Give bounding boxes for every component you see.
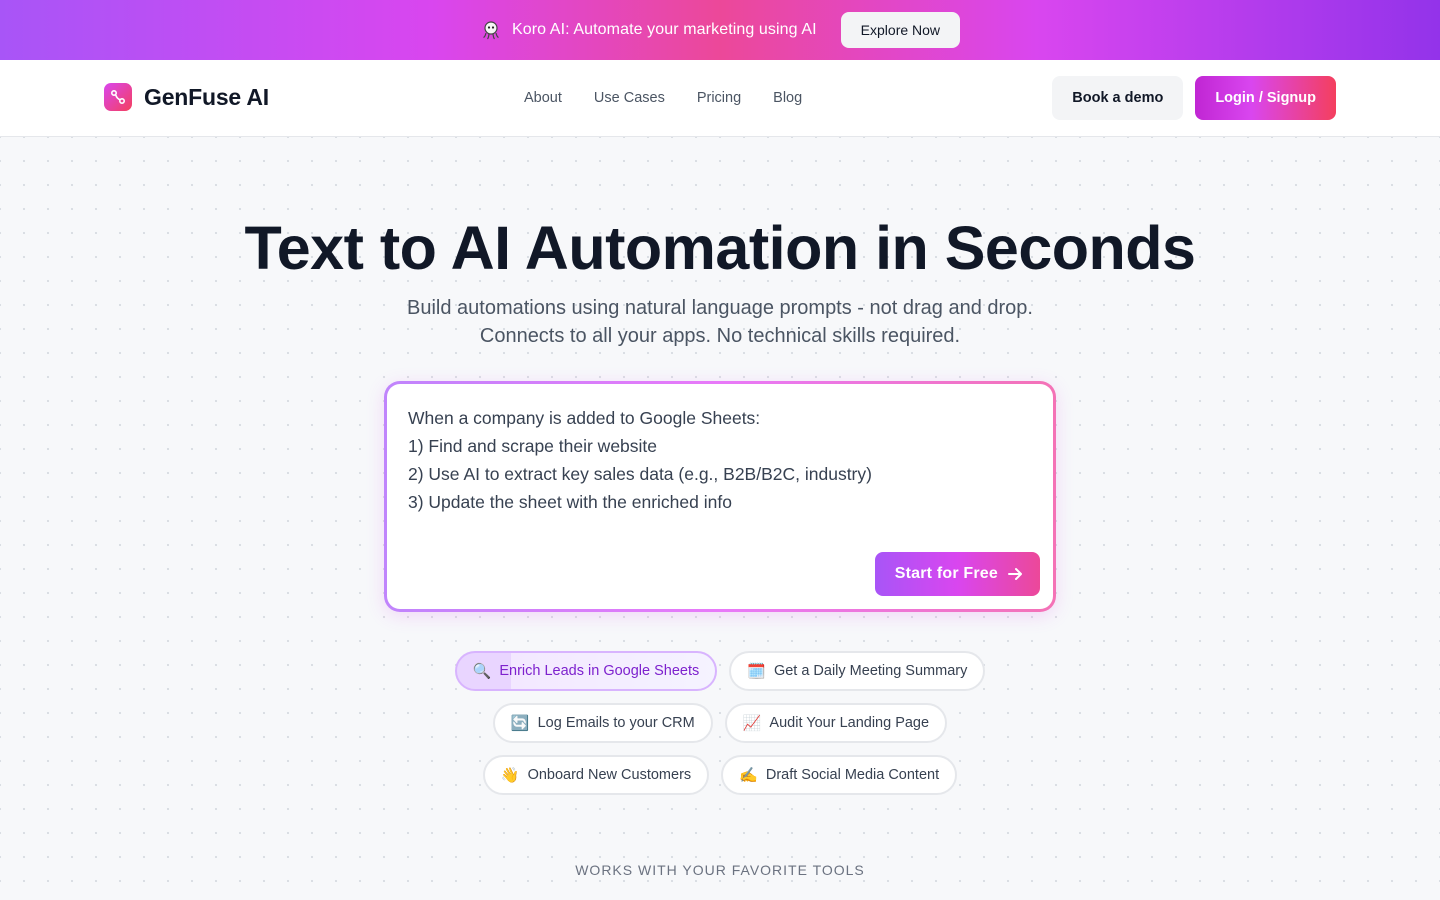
magnifier-icon: 🔍 [472,662,492,680]
example-chips-row-2: 🔄 Log Emails to your CRM 📈 Audit Your La… [0,703,1440,743]
nav-link-pricing[interactable]: Pricing [681,90,757,106]
hero-subtitle: Build automations using natural language… [0,294,1440,350]
brand-logo-icon [104,83,132,111]
chip-audit-landing-page[interactable]: 📈 Audit Your Landing Page [724,703,948,743]
octopus-icon [480,19,502,41]
chip-draft-social-content[interactable]: ✍️ Draft Social Media Content [721,755,958,795]
prompt-line: 2) Use AI to extract key sales data (e.g… [408,464,872,484]
explore-now-button[interactable]: Explore Now [840,12,961,48]
chip-label: Draft Social Media Content [765,767,940,783]
calendar-icon: 🗓️ [747,662,766,680]
chip-onboard-customers[interactable]: 👋 Onboard New Customers [482,755,710,795]
chip-label: Log Emails to your CRM [537,715,695,731]
prompt-textarea[interactable]: When a company is added to Google Sheets… [408,404,1033,516]
start-for-free-button[interactable]: Start for Free [874,552,1040,596]
example-chips-row-3: 👋 Onboard New Customers ✍️ Draft Social … [0,755,1440,795]
announcement-text: Koro AI: Automate your marketing using A… [511,21,817,38]
chart-up-icon: 📈 [742,714,762,732]
book-demo-button[interactable]: Book a demo [1052,76,1184,120]
hero-subtitle-line-2: Connects to all your apps. No technical … [479,325,961,347]
refresh-icon: 🔄 [510,714,530,732]
chip-log-emails[interactable]: 🔄 Log Emails to your CRM [492,703,713,743]
nav-link-about[interactable]: About [508,90,578,106]
nav-actions: Book a demo Login / Signup [1052,76,1336,120]
chip-label: Enrich Leads in Google Sheets [499,663,700,679]
waving-hand-icon: 👋 [500,766,520,784]
prompt-line: 1) Find and scrape their website [408,436,658,456]
chip-label: Audit Your Landing Page [769,715,930,731]
login-signup-button[interactable]: Login / Signup [1195,76,1336,120]
hero-subtitle-line-1: Build automations using natural language… [407,297,1033,319]
brand[interactable]: GenFuse AI [104,83,269,111]
start-button-label: Start for Free [894,565,998,582]
writing-hand-icon: ✍️ [739,766,758,784]
nav-link-use-cases[interactable]: Use Cases [578,90,681,106]
prompt-input-area[interactable]: When a company is added to Google Sheets… [387,384,1053,609]
announcement-bar: Koro AI: Automate your marketing using A… [0,0,1440,60]
nav-links: About Use Cases Pricing Blog [508,60,818,136]
chip-label: Onboard New Customers [527,767,692,783]
example-chips-row-1: 🔍 Enrich Leads in Google Sheets 🗓️ Get a… [0,651,1440,691]
prompt-line: 3) Update the sheet with the enriched in… [408,492,732,512]
hero-section: Text to AI Automation in Seconds Build a… [0,137,1440,900]
works-with-label: WORKS WITH YOUR FAVORITE TOOLS [575,862,865,878]
chip-daily-meeting-summary[interactable]: 🗓️ Get a Daily Meeting Summary [729,651,986,691]
hero-title: Text to AI Automation in Seconds [244,214,1196,282]
top-navigation: GenFuse AI About Use Cases Pricing Blog … [0,60,1440,137]
chip-enrich-leads[interactable]: 🔍 Enrich Leads in Google Sheets [454,651,718,691]
brand-name: GenFuse AI [144,83,269,110]
prompt-line: When a company is added to Google Sheets… [408,408,761,428]
nav-link-blog[interactable]: Blog [757,90,818,106]
prompt-box: When a company is added to Google Sheets… [384,381,1056,612]
arrow-right-icon [1006,565,1024,583]
chip-label: Get a Daily Meeting Summary [773,663,968,679]
